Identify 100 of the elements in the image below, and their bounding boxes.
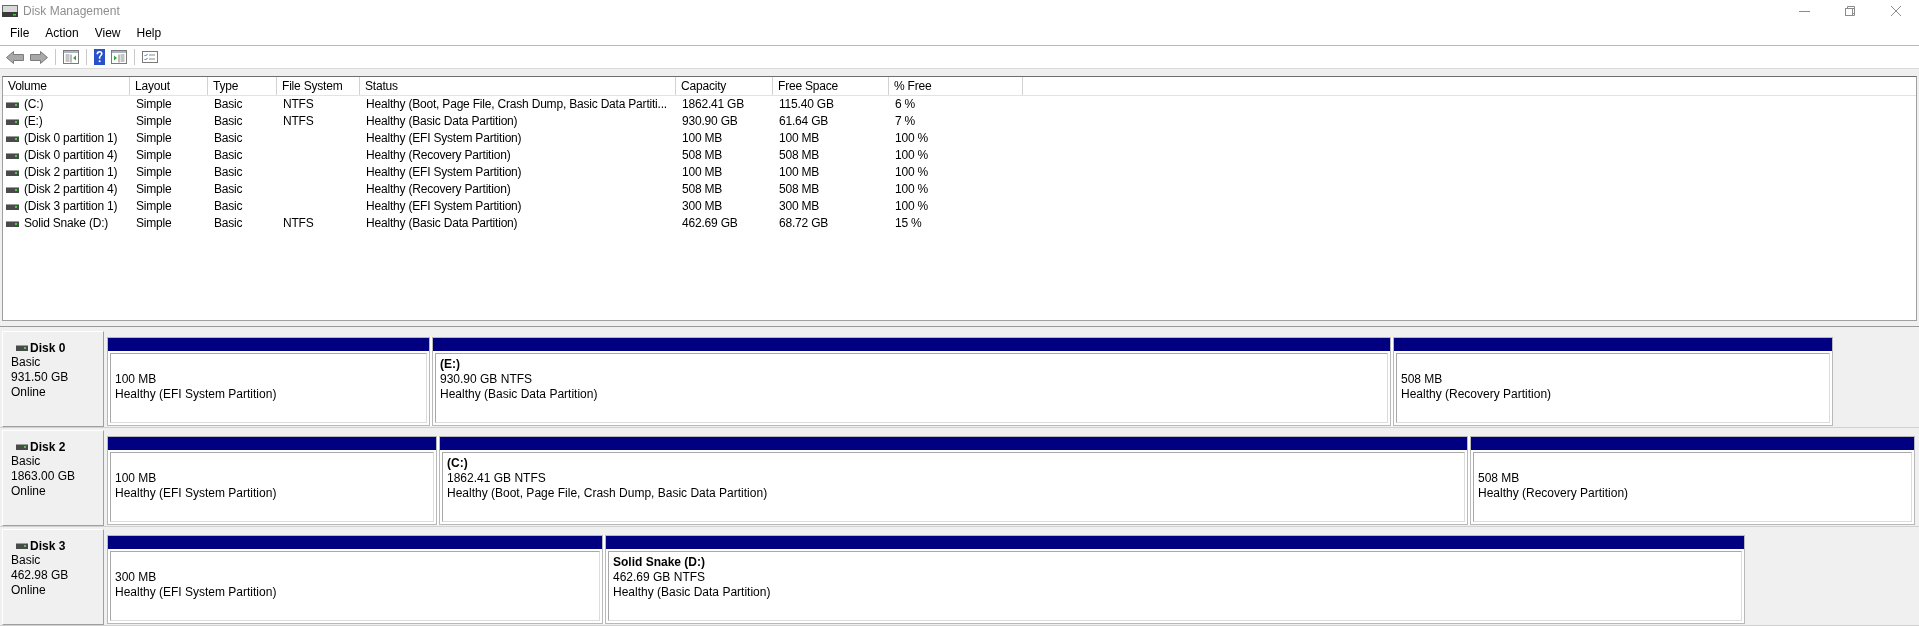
- table-cell-text: 1862.41 GB: [681, 96, 746, 113]
- table-cell-text: 15 %: [894, 215, 923, 232]
- table-cell-text: Basic: [213, 164, 244, 181]
- partition-block[interactable]: (E:) 930.90 GB NTFS Healthy (Basic Data Partition): [432, 337, 1391, 426]
- partition-status: Healthy (EFI System Partition): [115, 387, 278, 402]
- table-cell-text: 508 MB: [681, 181, 724, 198]
- arrow-right-icon: [30, 50, 48, 64]
- table-cell-text: 100 MB: [681, 130, 724, 147]
- menu-item[interactable]: View: [86, 24, 129, 43]
- partition-status: Healthy (Basic Data Partition): [613, 585, 772, 600]
- table-cell-text: 100 MB: [778, 130, 821, 147]
- table-cell-text: Healthy (EFI System Partition): [365, 198, 523, 215]
- partition-size: 930.90 GB NTFS: [440, 372, 534, 387]
- disk-drive-icon: [6, 203, 19, 210]
- close-icon: [1891, 6, 1901, 16]
- partition-block[interactable]: Solid Snake (D:) 462.69 GB NTFS Healthy (Basic Data Partition): [605, 535, 1745, 624]
- table-cell-text: 508 MB: [681, 147, 724, 164]
- column-header[interactable]: File System: [277, 77, 360, 95]
- table-cell-text: Simple: [135, 96, 173, 113]
- partition-size: 100 MB: [115, 372, 158, 387]
- disk-status: Online: [11, 583, 47, 598]
- table-cell-text: Healthy (EFI System Partition): [365, 130, 523, 147]
- table-cell-text: Healthy (Recovery Partition): [365, 181, 512, 198]
- column-header[interactable]: Layout: [130, 77, 208, 95]
- table-cell-text: Basic: [213, 181, 244, 198]
- minimize-icon: [1798, 10, 1810, 12]
- table-cell-text: 68.72 GB: [778, 215, 830, 232]
- disk-drive-icon: [6, 101, 19, 108]
- disk-drive-icon: [6, 135, 19, 142]
- table-cell: (Disk 2 partition 1): [24, 164, 118, 181]
- disk-size: 462.98 GB: [11, 568, 70, 583]
- partition-label: Solid Snake (D:): [613, 555, 706, 570]
- table-cell-text: Simple: [135, 215, 173, 232]
- disk-size: 931.50 GB: [11, 370, 70, 385]
- menu-item[interactable]: File: [2, 24, 38, 43]
- partition-status: Healthy (Basic Data Partition): [440, 387, 599, 402]
- table-cell-text: 100 %: [894, 198, 930, 215]
- table-cell-text: Healthy (EFI System Partition): [365, 164, 523, 181]
- table-cell-text: Basic: [213, 147, 244, 164]
- table-cell-text: Simple: [135, 181, 173, 198]
- table-cell-text: 6 %: [894, 96, 917, 113]
- disk-drive-icon: [6, 118, 19, 125]
- column-header[interactable]: % Free: [889, 77, 1023, 95]
- table-cell-text: Healthy (Basic Data Partition): [365, 113, 519, 130]
- table-cell-text: Healthy (Basic Data Partition): [365, 215, 519, 232]
- menu-item[interactable]: Help: [128, 24, 170, 43]
- column-header[interactable]: Volume: [3, 77, 130, 95]
- disk-drive-icon: [16, 542, 28, 549]
- table-cell: (Disk 0 partition 4): [24, 147, 118, 164]
- window-title: Disk Management: [23, 4, 120, 18]
- disk-drive-icon: [6, 169, 19, 176]
- table-cell-text: 100 %: [894, 181, 930, 198]
- partition-block[interactable]: 100 MB Healthy (EFI System Partition): [107, 337, 430, 426]
- disk-label-panel[interactable]: Disk 2 Basic 1863.00 GB Online: [2, 430, 104, 526]
- menu-item[interactable]: Action: [37, 24, 87, 43]
- partition-block[interactable]: 508 MB Healthy (Recovery Partition): [1470, 436, 1915, 525]
- table-cell-text: Simple: [135, 198, 173, 215]
- table-cell-text: Simple: [135, 113, 173, 130]
- table-cell: (C:): [24, 96, 44, 113]
- disk-type: Basic: [11, 553, 42, 568]
- arrow-left-icon: [6, 50, 24, 64]
- action-pane-button[interactable]: [109, 49, 129, 65]
- help-button[interactable]: [92, 48, 107, 66]
- table-cell-text: 61.64 GB: [778, 113, 830, 130]
- partition-size: 462.69 GB NTFS: [613, 570, 707, 585]
- column-header[interactable]: Status: [360, 77, 676, 95]
- table-cell-text: 462.69 GB: [681, 215, 739, 232]
- partition-status: Healthy (Recovery Partition): [1478, 486, 1630, 501]
- table-cell-text: 508 MB: [778, 181, 821, 198]
- table-cell-text: Healthy (Recovery Partition): [365, 147, 512, 164]
- table-cell: (Disk 3 partition 1): [24, 198, 118, 215]
- disk-type: Basic: [11, 454, 42, 469]
- console-tree-button[interactable]: [61, 49, 81, 65]
- table-cell-text: Simple: [135, 147, 173, 164]
- table-cell-text: Basic: [213, 215, 244, 232]
- table-cell-text: NTFS: [282, 215, 315, 232]
- properties-button[interactable]: [140, 50, 160, 64]
- partition-block[interactable]: 100 MB Healthy (EFI System Partition): [107, 436, 437, 525]
- checklist-icon: [142, 51, 158, 63]
- table-cell: (Disk 2 partition 4): [24, 181, 118, 198]
- disk-label-panel[interactable]: Disk 3 Basic 462.98 GB Online: [2, 529, 104, 625]
- table-cell-text: Basic: [213, 96, 244, 113]
- table-cell-text: NTFS: [282, 113, 315, 130]
- partition-size: 300 MB: [115, 570, 158, 585]
- column-header[interactable]: Capacity: [676, 77, 773, 95]
- table-cell-text: Basic: [213, 130, 244, 147]
- partition-size: 100 MB: [115, 471, 158, 486]
- table-cell-text: 508 MB: [778, 147, 821, 164]
- partition-block[interactable]: 300 MB Healthy (EFI System Partition): [107, 535, 603, 624]
- partition-label: (E:): [440, 357, 461, 372]
- disk-name: Disk 0: [30, 340, 66, 355]
- partition-block[interactable]: 508 MB Healthy (Recovery Partition): [1393, 337, 1833, 426]
- column-header[interactable]: Type: [208, 77, 277, 95]
- column-header[interactable]: Free Space: [773, 77, 889, 95]
- table-cell-text: NTFS: [282, 96, 315, 113]
- disk-label-panel[interactable]: Disk 0 Basic 931.50 GB Online: [2, 331, 104, 427]
- table-cell-text: 100 %: [894, 164, 930, 181]
- partition-status: Healthy (Boot, Page File, Crash Dump, Basic Data Partition): [447, 486, 769, 501]
- partition-block[interactable]: (C:) 1862.41 GB NTFS Healthy (Boot, Page File, Crash Dump, Basic Data Partition): [439, 436, 1468, 525]
- table-cell-text: Simple: [135, 130, 173, 147]
